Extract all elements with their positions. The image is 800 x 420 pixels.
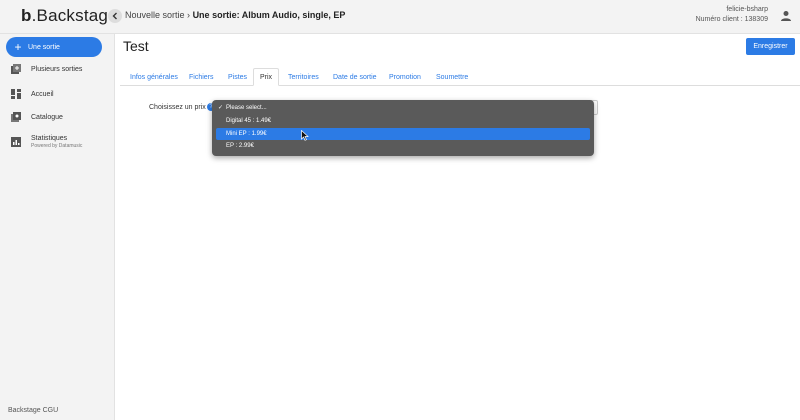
price-label: Choisissez un prix	[149, 104, 206, 111]
sidebar-item-catalog[interactable]: Catalogue	[0, 107, 115, 127]
username: felicie-bsharp	[726, 6, 768, 13]
client-number: Numéro client : 138309	[695, 16, 768, 23]
dashboard-icon	[11, 89, 21, 99]
tab-price[interactable]: Prix	[253, 68, 280, 86]
sidebar-item-label: Accueil	[31, 90, 54, 98]
price-option-digital-45[interactable]: Digital 45 : 1.49€	[216, 115, 590, 127]
user-info[interactable]: felicie-bsharp Numéro client : 138309	[696, 5, 768, 25]
breadcrumb-current: Une sortie: Album Audio, single, EP	[192, 10, 346, 20]
tab-promotion[interactable]: Promotion	[389, 68, 421, 86]
price-option-please-select[interactable]: ✓ Please select...	[216, 102, 590, 114]
tab-submit[interactable]: Soumettre	[436, 68, 468, 86]
breadcrumb-separator: ›	[187, 10, 191, 20]
stats-icon	[11, 137, 21, 147]
back-button[interactable]	[108, 9, 122, 23]
option-label: EP : 2.99€	[226, 143, 254, 149]
checkmark-icon: ✓	[218, 105, 224, 111]
sidebar-item-sublabel: Powered by Datamusic	[31, 143, 83, 149]
breadcrumb: Nouvelle sortie › Une sortie: Album Audi…	[125, 10, 345, 20]
price-option-mini-ep[interactable]: Mini EP : 1.99€	[216, 128, 590, 140]
save-button[interactable]: Enregistrer	[746, 38, 795, 55]
sidebar: + Une sortie Plusieurs sorties Accueil C…	[0, 34, 115, 420]
mouse-pointer-icon	[301, 130, 309, 141]
user-icon[interactable]	[780, 10, 792, 22]
add-multiple-icon	[11, 64, 21, 74]
tab-territories[interactable]: Territoires	[288, 68, 319, 86]
chevron-left-icon	[112, 12, 117, 20]
sidebar-item-label: Plusieurs sorties	[31, 65, 83, 73]
price-option-ep[interactable]: EP : 2.99€	[216, 140, 590, 152]
sidebar-item-statistics[interactable]: Statistiques Powered by Datamusic	[0, 132, 115, 152]
tab-bar: Infos générales Fichiers Pistes Prix Ter…	[120, 68, 800, 86]
tab-release-date[interactable]: Date de sortie	[333, 68, 377, 86]
option-label: Mini EP : 1.99€	[226, 131, 267, 137]
top-header: b.Backstage Nouvelle sortie › Une sortie…	[0, 0, 800, 34]
tab-general-info[interactable]: Infos générales	[130, 68, 178, 86]
sidebar-item-multiple-releases[interactable]: Plusieurs sorties	[0, 59, 115, 79]
new-release-label: Une sortie	[28, 43, 60, 51]
sidebar-item-label: Statistiques	[31, 135, 68, 142]
sidebar-item-label: Catalogue	[31, 113, 63, 121]
tab-files[interactable]: Fichiers	[189, 68, 214, 86]
plus-icon: +	[14, 40, 22, 54]
breadcrumb-parent[interactable]: Nouvelle sortie	[125, 10, 185, 20]
page-title: Test	[123, 38, 149, 54]
footer-cgu-link[interactable]: Backstage CGU	[8, 407, 58, 414]
tab-tracks[interactable]: Pistes	[228, 68, 247, 86]
option-label: Please select...	[226, 105, 267, 111]
catalog-icon	[11, 112, 21, 122]
price-dropdown-menu: ✓ Please select... Digital 45 : 1.49€ Mi…	[212, 100, 594, 156]
sidebar-item-home[interactable]: Accueil	[0, 84, 115, 104]
sidebar-item-text: Statistiques Powered by Datamusic	[31, 135, 82, 149]
option-label: Digital 45 : 1.49€	[226, 118, 272, 124]
backstage-logo[interactable]: b.Backstage	[21, 6, 118, 26]
new-release-button[interactable]: + Une sortie	[6, 37, 102, 57]
